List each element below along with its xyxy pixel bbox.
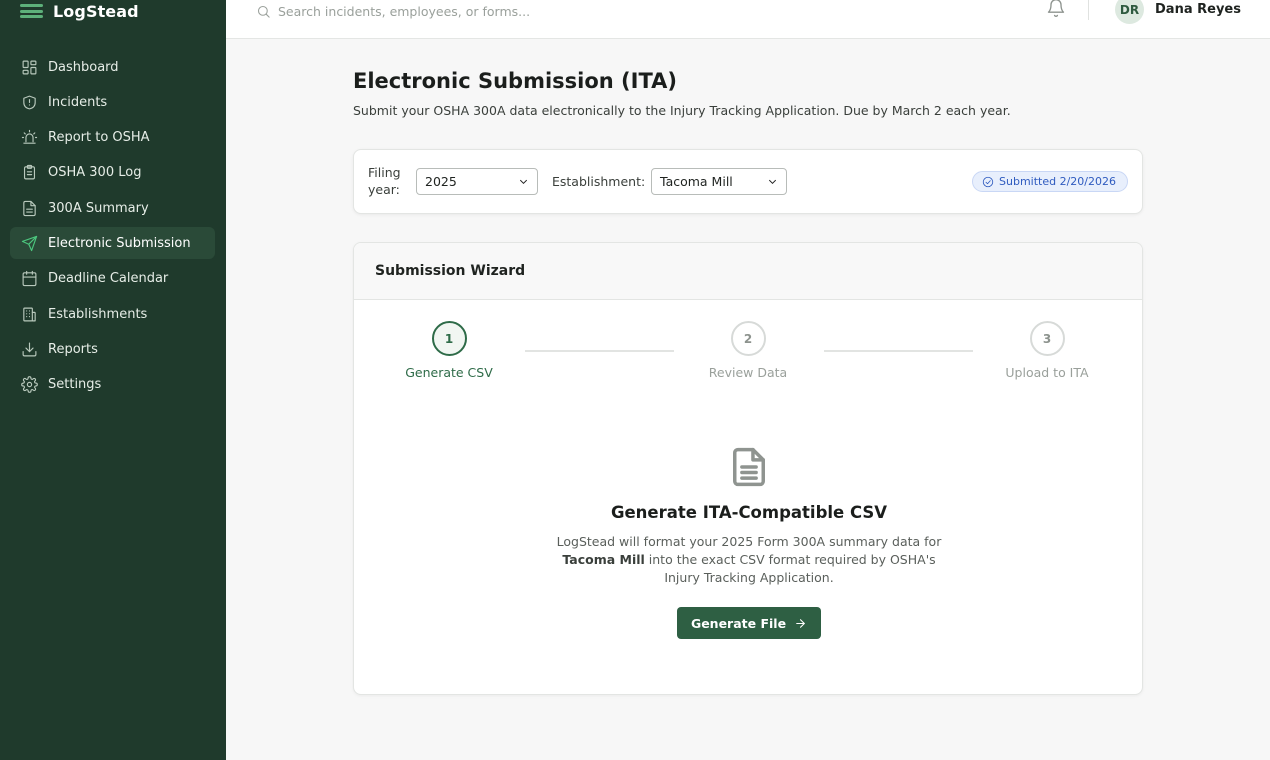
siren-icon: [21, 129, 38, 144]
status-badge-text: Submitted 2/20/2026: [999, 175, 1116, 188]
establishment-value: Tacoma Mill: [660, 174, 733, 189]
submission-wizard: Submission Wizard 1 Generate CSV 2 Revie…: [353, 242, 1143, 695]
generate-file-button[interactable]: Generate File: [677, 607, 821, 639]
step-number: 2: [730, 321, 766, 356]
status-badge: Submitted 2/20/2026: [972, 171, 1128, 192]
clipboard-icon: [23, 165, 36, 180]
sidebar-item-label: Dashboard: [48, 59, 119, 75]
sidebar-item-settings[interactable]: Settings: [10, 369, 215, 401]
establishment-label: Establishment:: [552, 174, 646, 189]
chevron-down-icon: [519, 179, 528, 184]
building-icon: [23, 307, 36, 322]
sidebar-item-electronic-submission[interactable]: Electronic Submission: [10, 227, 215, 260]
wizard-title: Submission Wizard: [354, 243, 1142, 300]
step-label: Generate CSV: [405, 365, 493, 380]
download-icon: [22, 342, 37, 357]
step-label: Upload to ITA: [1005, 365, 1089, 380]
step-connector: [525, 350, 674, 352]
step-generate-csv[interactable]: 1 Generate CSV: [379, 321, 519, 380]
filter-card: Filing year: 2025 Establishment: Tacoma …: [353, 149, 1143, 214]
search-input[interactable]: [278, 0, 738, 22]
sidebar-item-label: Incidents: [48, 94, 108, 110]
sidebar-item-deadline-calendar[interactable]: Deadline Calendar: [10, 263, 215, 295]
sidebar-item-label: Report to OSHA: [48, 130, 150, 146]
gear-icon: [21, 376, 38, 393]
sidebar-item-label: Settings: [48, 377, 102, 393]
brand[interactable]: LogStead: [20, 0, 139, 24]
sidebar-item-report-to-osha[interactable]: Report to OSHA: [10, 122, 215, 154]
sidebar-item-label: Establishments: [48, 306, 148, 322]
sidebar-nav: Dashboard Incidents Report to OSHA OSHA …: [10, 51, 215, 404]
file-text-icon: [23, 200, 36, 216]
user-name[interactable]: Dana Reyes: [1155, 2, 1241, 17]
step-upload-to-ita[interactable]: 3 Upload to ITA: [977, 321, 1117, 380]
filing-year-select[interactable]: 2025: [416, 168, 538, 195]
sidebar-item-label: 300A Summary: [48, 200, 149, 216]
shield-alert-icon: [23, 95, 36, 110]
sidebar-item-label: OSHA 300 Log: [48, 165, 142, 181]
generate-file-label: Generate File: [690, 615, 787, 631]
check-circle-icon: [982, 176, 994, 187]
bell-icon[interactable]: [1046, 0, 1066, 18]
logo-icon: [20, 4, 43, 18]
filing-year-label: Filing year:: [368, 165, 401, 197]
step-review-data[interactable]: 2 Review Data: [678, 321, 818, 380]
topbar: DR Dana Reyes: [226, 0, 1270, 39]
sidebar-item-establishments[interactable]: Establishments: [10, 298, 215, 330]
sidebar-item-label: Electronic Submission: [48, 235, 191, 251]
search-icon: [257, 5, 270, 18]
send-icon: [21, 235, 38, 252]
establishment-select[interactable]: Tacoma Mill: [651, 168, 787, 195]
calendar-icon: [22, 271, 37, 287]
sidebar-item-label: Reports: [48, 341, 98, 357]
generate-description: LogStead will format your 2025 Form 300A…: [556, 534, 942, 585]
sidebar-item-osha-300-log[interactable]: OSHA 300 Log: [10, 157, 215, 189]
avatar[interactable]: DR: [1115, 0, 1144, 24]
step-number: 1: [431, 321, 467, 356]
dashboard-icon: [22, 60, 37, 74]
sidebar-item-label: Deadline Calendar: [48, 271, 169, 287]
sidebar-item-300a-summary[interactable]: 300A Summary: [10, 192, 215, 224]
filing-year-value: 2025: [425, 174, 457, 189]
step-label: Review Data: [708, 365, 788, 380]
step-number: 3: [1029, 321, 1065, 356]
sidebar-item-dashboard[interactable]: Dashboard: [10, 51, 215, 83]
establishment-name: Tacoma Mill: [562, 552, 645, 567]
sidebar-item-incidents[interactable]: Incidents: [10, 86, 215, 118]
document-icon: [733, 447, 765, 487]
chevron-down-icon: [768, 179, 777, 184]
page-title: Electronic Submission (ITA): [353, 69, 677, 93]
arrow-right-icon: [796, 618, 805, 628]
sidebar-item-reports[interactable]: Reports: [10, 333, 215, 365]
step-connector: [824, 350, 973, 352]
page-subtitle: Submit your OSHA 300A data electronicall…: [353, 103, 1011, 118]
topbar-divider: [1088, 0, 1089, 20]
app-name: LogStead: [53, 1, 139, 21]
generate-heading: Generate ITA-Compatible CSV: [610, 503, 888, 522]
sidebar: LogStead Dashboard Incidents Report to O…: [0, 0, 226, 760]
